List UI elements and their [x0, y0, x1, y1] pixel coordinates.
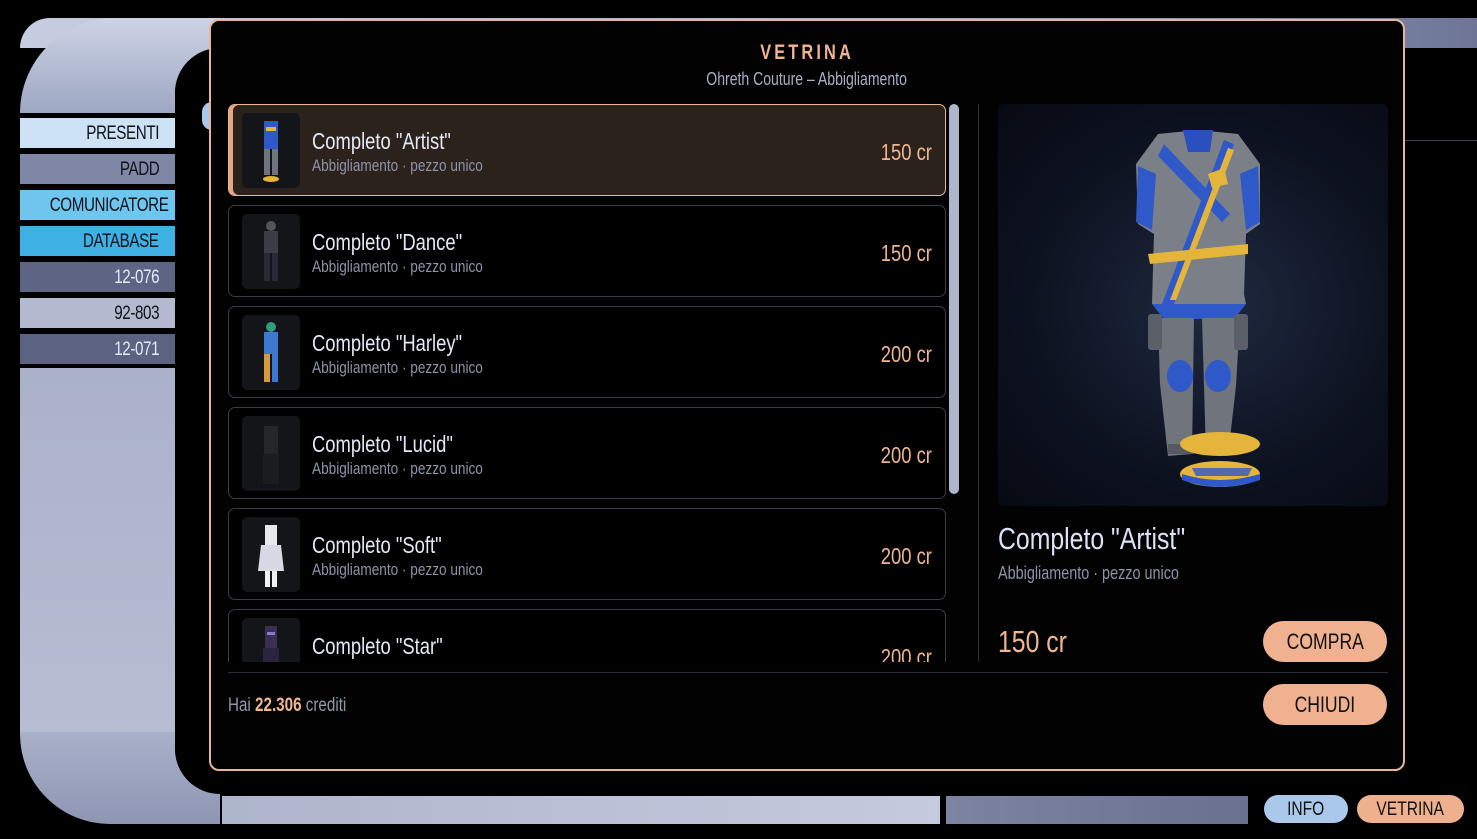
vetrina-button[interactable]: VETRINA [1357, 795, 1464, 823]
sidebar-item-label: PADD [119, 159, 159, 180]
item-price: 200 cr [880, 644, 932, 662]
sidebar-item-label: PRESENTI [86, 123, 159, 144]
item-thumbnail [242, 214, 300, 289]
item-name: Completo "Dance" [312, 229, 463, 255]
item-price: 150 cr [880, 240, 932, 266]
outfit-artist-illustration [1136, 130, 1260, 487]
item-name: Completo "Artist" [312, 128, 451, 154]
item-thumbnail [242, 618, 300, 662]
info-button[interactable]: INFO [1264, 795, 1348, 823]
footer-divider [228, 672, 1388, 673]
list-item[interactable]: Completo "Soft" Abbigliamento · pezzo uni… [228, 508, 946, 600]
item-thumbnail [242, 315, 300, 390]
frame-bottom-bar-dark [946, 796, 1248, 824]
item-meta: Abbigliamento · pezzo unico [312, 257, 483, 276]
list-scrollbar[interactable] [949, 104, 959, 494]
item-meta: Abbigliamento · pezzo unico [312, 358, 483, 377]
item-price: 200 cr [880, 442, 932, 468]
item-name: Completo "Lucid" [312, 431, 453, 457]
frame-left-column [20, 368, 175, 733]
frame-divider-line [1405, 140, 1477, 141]
item-name: Completo "Soft" [312, 532, 442, 558]
vertical-divider [978, 104, 979, 662]
close-button[interactable]: CHIUDI [1263, 684, 1387, 725]
detail-item-meta: Abbigliamento · pezzo unico [998, 563, 1179, 583]
detail-item-price: 150 cr [998, 624, 1067, 659]
sidebar-item-label: DATABASE [83, 231, 159, 252]
item-meta: Abbigliamento · pezzo unico [312, 156, 483, 175]
list-item[interactable]: Completo "Harley" Abbigliamento · pezzo u… [228, 306, 946, 398]
item-thumbnail [242, 517, 300, 592]
sidebar-item-database[interactable]: DATABASE [20, 226, 175, 256]
detail-item-name: Completo "Artist" [998, 521, 1186, 556]
credits-amount: 22.306 [255, 695, 302, 716]
list-item[interactable]: Completo "Dance" Abbigliamento · pezzo un… [228, 205, 946, 297]
item-price: 150 cr [880, 139, 932, 165]
item-list[interactable]: Completo "Artist" Abbigliamento · pezzo u… [228, 104, 946, 662]
sidebar-item-label: 92-803 [114, 303, 159, 324]
sidebar-item-12-071[interactable]: 12-071 [20, 334, 175, 364]
sidebar-item-12-076[interactable]: 12-076 [20, 262, 175, 292]
item-name: Completo "Harley" [312, 330, 463, 356]
sidebar-item-label: COMUNICATORE [49, 195, 169, 216]
item-meta: Abbigliamento · pezzo unico [312, 560, 483, 579]
credits-balance: Hai 22.306 crediti [228, 695, 347, 716]
item-preview-image [998, 104, 1388, 506]
vetrina-modal: VETRINA Ohreth Couture – Abbigliamento C… [209, 19, 1405, 771]
item-thumbnail [242, 113, 300, 188]
item-meta: Abbigliamento · pezzo unico [312, 459, 483, 478]
modal-subtitle: Ohreth Couture – Abbigliamento [706, 69, 908, 89]
item-price: 200 cr [880, 543, 932, 569]
sidebar-item-presenti[interactable]: PRESENTI [20, 118, 175, 148]
item-name: Completo "Star" [312, 633, 443, 659]
list-item[interactable]: Completo "Artist" Abbigliamento · pezzo u… [228, 104, 946, 196]
sidebar-item-comunicatore[interactable]: COMUNICATORE [20, 190, 175, 220]
sidebar-item-label: 12-071 [114, 339, 159, 360]
sidebar-item-label: 12-076 [114, 267, 159, 288]
item-thumbnail [242, 416, 300, 491]
frame-bottom-bar [222, 796, 940, 824]
modal-title: VETRINA [760, 41, 854, 64]
buy-button[interactable]: COMPRA [1263, 621, 1387, 662]
sidebar-item-92-803[interactable]: 92-803 [20, 298, 175, 328]
item-meta: Abbigliamento · pezzo unico [312, 661, 483, 662]
sidebar-item-padd[interactable]: PADD [20, 154, 175, 184]
item-price: 200 cr [880, 341, 932, 367]
list-item[interactable]: Completo "Star" Abbigliamento · pezzo uni… [228, 609, 946, 662]
list-item[interactable]: Completo "Lucid" Abbigliamento · pezzo un… [228, 407, 946, 499]
